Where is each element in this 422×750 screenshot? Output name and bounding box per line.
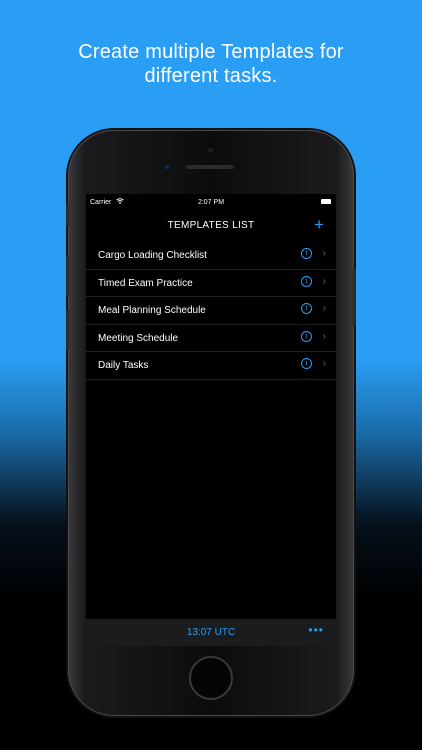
battery-icon [321, 199, 331, 204]
template-label: Cargo Loading Checklist [98, 250, 207, 261]
info-icon[interactable]: i [301, 303, 312, 314]
template-row-meal-planning-schedule[interactable]: Meal Planning Schedule i › [86, 297, 336, 325]
bottom-toolbar: 13:07 UTC ••• [86, 619, 336, 646]
mute-switch [66, 204, 69, 226]
utc-clock: 13:07 UTC [186, 627, 236, 638]
templates-list: Cargo Loading Checklist i › Timed Exam P… [86, 242, 336, 380]
proximity-sensor [208, 148, 213, 153]
volume-up-button [66, 256, 69, 296]
chevron-right-icon: › [322, 358, 326, 369]
chevron-right-icon: › [322, 275, 326, 287]
template-row-cargo-loading-checklist[interactable]: Cargo Loading Checklist i › [86, 242, 336, 270]
app-screen: Carrier 2:07 PM TEMPLATES LIST + Cargo L… [86, 194, 336, 646]
template-label: Timed Exam Practice [98, 277, 193, 289]
template-label: Meeting Schedule [98, 332, 179, 344]
info-icon[interactable]: i [301, 248, 312, 259]
status-time: 2:07 PM [197, 199, 225, 206]
volume-down-button [66, 310, 69, 350]
headline-line-2: different tasks. [144, 65, 278, 87]
add-template-button[interactable]: + [314, 216, 324, 234]
info-icon[interactable]: i [301, 275, 312, 287]
power-button [353, 268, 356, 326]
earpiece-speaker [186, 165, 234, 169]
headline-line-1: Create multiple Templates for [78, 41, 344, 63]
chevron-right-icon: › [322, 248, 326, 259]
chevron-right-icon: › [322, 330, 326, 342]
template-row-daily-tasks[interactable]: Daily Tasks i › [86, 352, 336, 380]
template-label: Meal Planning Schedule [98, 305, 206, 316]
template-row-meeting-schedule[interactable]: Meeting Schedule i › [86, 325, 336, 352]
info-icon[interactable]: i [301, 358, 312, 369]
front-camera [163, 163, 171, 171]
navigation-bar: TEMPLATES LIST + [86, 214, 336, 238]
status-bar: Carrier 2:07 PM [86, 194, 336, 210]
template-row-timed-exam-practice[interactable]: Timed Exam Practice i › [86, 270, 336, 297]
more-options-button[interactable]: ••• [308, 623, 324, 637]
marketing-headline: Create multiple Templates for different … [0, 40, 422, 88]
chevron-right-icon: › [322, 303, 326, 314]
info-icon[interactable]: i [301, 330, 312, 342]
page-title: TEMPLATES LIST [167, 220, 255, 231]
home-button[interactable] [189, 656, 233, 700]
template-label: Daily Tasks [98, 360, 149, 371]
